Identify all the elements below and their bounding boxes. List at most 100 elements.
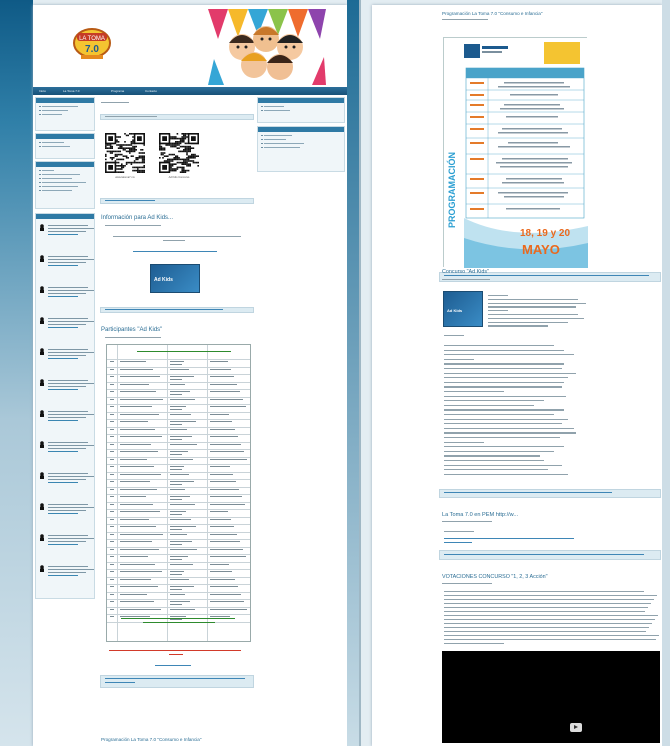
sidebar-link[interactable]: [39, 181, 86, 184]
sidebar-link[interactable]: [39, 189, 72, 192]
sidebar-link[interactable]: [261, 105, 284, 108]
post-title-votaciones[interactable]: VOTACIONES CONCURSO "1, 2, 3 Acción": [442, 574, 548, 580]
nav-item[interactable]: Inicio: [39, 89, 46, 93]
tweet-item[interactable]: [39, 224, 97, 254]
post-meta: [442, 521, 492, 523]
post-footer-links[interactable]: [105, 678, 245, 680]
post-title-concurso-ad-kids[interactable]: Concurso "Ad Kids": [442, 269, 489, 275]
table-row: [107, 591, 250, 593]
table-row: [107, 509, 250, 510]
table-row: [107, 419, 250, 420]
tweet-item[interactable]: [39, 441, 97, 471]
left-sidebar-widget-twitter: [35, 213, 95, 599]
sidebar-link[interactable]: [39, 145, 70, 148]
tweet-item[interactable]: [39, 255, 97, 285]
nav-item[interactable]: Programa: [111, 89, 124, 93]
sidebar-link[interactable]: [39, 169, 54, 172]
sidebar-link[interactable]: [39, 113, 62, 116]
table-row: [107, 606, 250, 608]
tweet-item[interactable]: [39, 410, 97, 440]
post-title-pem[interactable]: La Toma 7.0 en PEM http://w...: [442, 512, 518, 518]
ad-kids-thumbnail[interactable]: Ad Kids: [443, 291, 483, 327]
post-text-line: [444, 603, 651, 605]
avatar-icon: [40, 565, 44, 572]
post-link[interactable]: [444, 538, 574, 540]
avatar-icon: [40, 472, 44, 479]
sidebar-link[interactable]: [261, 134, 292, 137]
sidebar-link[interactable]: [261, 146, 300, 149]
play-button[interactable]: [570, 723, 582, 732]
left-sidebar-widget-archives: [35, 133, 95, 159]
tweet-item[interactable]: [39, 348, 97, 378]
post-text-line: [444, 611, 645, 613]
post-title-ad-kids-info[interactable]: Información para Ad Kids...: [101, 215, 173, 221]
post-title-programacion-top[interactable]: Programación La Toma 7.0 "Consumo e Infa…: [442, 11, 542, 16]
tweet-item[interactable]: [39, 534, 97, 564]
left-page[interactable]: LA TOMA 7.0 Inicio La Toma 7.0 Programa …: [33, 5, 347, 746]
sidebar-link[interactable]: [261, 138, 286, 141]
post-footer-links[interactable]: [444, 492, 612, 494]
tweet-item[interactable]: [39, 472, 97, 502]
post-text-line: [488, 325, 548, 327]
table-row: [107, 599, 250, 600]
post-text-line: [444, 599, 654, 601]
breadcrumb[interactable]: [101, 102, 129, 104]
sidebar-link[interactable]: [39, 177, 72, 180]
post-text-line: [444, 469, 548, 471]
ad-kids-banner-logo: Ad Kids: [154, 277, 173, 283]
programacion-poster[interactable]: PROGRAMACIÓN 18, 19 y 20 MAYO: [443, 37, 588, 268]
post-text-line: [444, 473, 568, 475]
tweet-item[interactable]: [39, 286, 97, 316]
post-text-line: [444, 377, 568, 379]
post-footer-links[interactable]: [105, 200, 155, 202]
red-note: [169, 654, 183, 656]
table-row: [107, 494, 250, 495]
sidebar-link[interactable]: [39, 185, 78, 188]
post-title-participantes[interactable]: Participantes "Ad Kids": [101, 327, 162, 333]
post-footer-links[interactable]: [105, 682, 135, 684]
qr-code-left: [105, 133, 145, 173]
sidebar-link[interactable]: [39, 109, 68, 112]
ad-kids-banner[interactable]: Ad Kids: [150, 264, 200, 293]
nav-item[interactable]: La Toma 7.0: [63, 89, 79, 93]
sidebar-link[interactable]: [261, 109, 290, 112]
widget-header: [258, 98, 344, 103]
post-text-line: [113, 236, 241, 238]
post-link[interactable]: [133, 251, 217, 253]
right-sidebar-widget-archives: [257, 97, 345, 123]
post-footer-links[interactable]: [444, 275, 649, 277]
post-footer-links[interactable]: [105, 309, 223, 311]
post-text-line: [444, 432, 576, 434]
post-text-line: [444, 358, 474, 360]
left-sidebar-widget-tags: [35, 161, 95, 209]
la-toma-logo[interactable]: LA TOMA 7.0: [71, 25, 113, 63]
table-row: [107, 501, 250, 503]
table-row: [107, 584, 250, 585]
table-row: [107, 449, 250, 450]
post-footer-links[interactable]: [444, 554, 644, 556]
sidebar-link[interactable]: [39, 105, 78, 108]
qr-caption-left: www.latoma7.mx: [115, 176, 135, 179]
post-text-line: [444, 446, 564, 448]
tweet-item[interactable]: [39, 317, 97, 347]
tweet-item[interactable]: [39, 565, 97, 595]
sidebar-link[interactable]: [39, 141, 64, 144]
red-note: [109, 650, 241, 652]
nav-item[interactable]: Contacto: [145, 89, 157, 93]
post-link[interactable]: [444, 542, 472, 544]
table-footer-note: [143, 622, 215, 624]
sidebar-link[interactable]: [39, 173, 80, 176]
right-page[interactable]: Programación La Toma 7.0 "Consumo e Infa…: [372, 5, 662, 746]
post-text-line: [444, 531, 474, 533]
table-header-note: [137, 351, 231, 353]
sidebar-link[interactable]: [261, 142, 304, 145]
post-title-programacion-bottom[interactable]: Programación La Toma 7.0 "Consumo e Infa…: [101, 737, 201, 742]
video-player[interactable]: [442, 651, 660, 743]
table-row: [107, 524, 250, 525]
table-column: [207, 345, 208, 641]
post-meta: [442, 279, 490, 281]
tweet-item[interactable]: [39, 379, 97, 409]
post-link[interactable]: [155, 665, 191, 667]
tweet-item[interactable]: [39, 503, 97, 533]
post-text-line: [444, 381, 564, 383]
